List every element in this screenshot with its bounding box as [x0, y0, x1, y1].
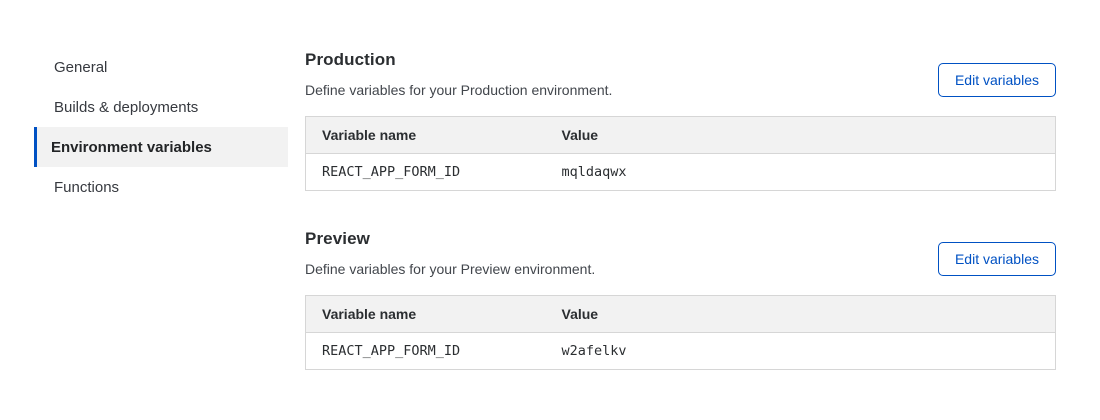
table-row: REACT_APP_FORM_ID mqldaqwx [306, 154, 1056, 191]
preview-titles: Preview Define variables for your Previe… [305, 229, 595, 277]
sidebar-item-label: General [54, 59, 107, 76]
production-section: Production Define variables for your Pro… [305, 50, 1056, 191]
variable-name-cell: REACT_APP_FORM_ID [306, 154, 546, 191]
sidebar-item-label: Environment variables [51, 139, 212, 156]
variable-name-column-header: Variable name [306, 117, 546, 154]
environment-variables-content: Production Define variables for your Pro… [305, 50, 1056, 370]
preview-edit-variables-button[interactable]: Edit variables [938, 242, 1056, 276]
production-section-header: Production Define variables for your Pro… [305, 50, 1056, 98]
variable-value-cell: mqldaqwx [546, 154, 1056, 191]
sidebar-item-environment-variables[interactable]: Environment variables [34, 127, 288, 167]
table-row: REACT_APP_FORM_ID w2afelkv [306, 333, 1056, 370]
preview-description: Define variables for your Preview enviro… [305, 261, 595, 277]
sidebar-item-functions[interactable]: Functions [34, 167, 288, 207]
table-header-row: Variable name Value [306, 117, 1056, 154]
preview-variables-table: Variable name Value REACT_APP_FORM_ID w2… [305, 295, 1056, 370]
production-title: Production [305, 50, 612, 70]
sidebar-item-label: Functions [54, 179, 119, 196]
sidebar-item-label: Builds & deployments [54, 99, 198, 116]
production-edit-variables-button[interactable]: Edit variables [938, 63, 1056, 97]
variable-name-cell: REACT_APP_FORM_ID [306, 333, 546, 370]
preview-section: Preview Define variables for your Previe… [305, 229, 1056, 370]
sidebar-item-general[interactable]: General [34, 47, 288, 87]
variable-value-cell: w2afelkv [546, 333, 1056, 370]
production-variables-table: Variable name Value REACT_APP_FORM_ID mq… [305, 116, 1056, 191]
value-column-header: Value [546, 296, 1056, 333]
production-titles: Production Define variables for your Pro… [305, 50, 612, 98]
preview-section-header: Preview Define variables for your Previe… [305, 229, 1056, 277]
value-column-header: Value [546, 117, 1056, 154]
settings-sidebar: General Builds & deployments Environment… [34, 47, 288, 370]
production-description: Define variables for your Production env… [305, 82, 612, 98]
variable-name-column-header: Variable name [306, 296, 546, 333]
sidebar-item-builds-deployments[interactable]: Builds & deployments [34, 87, 288, 127]
preview-title: Preview [305, 229, 595, 249]
settings-page: General Builds & deployments Environment… [0, 0, 1100, 370]
table-header-row: Variable name Value [306, 296, 1056, 333]
